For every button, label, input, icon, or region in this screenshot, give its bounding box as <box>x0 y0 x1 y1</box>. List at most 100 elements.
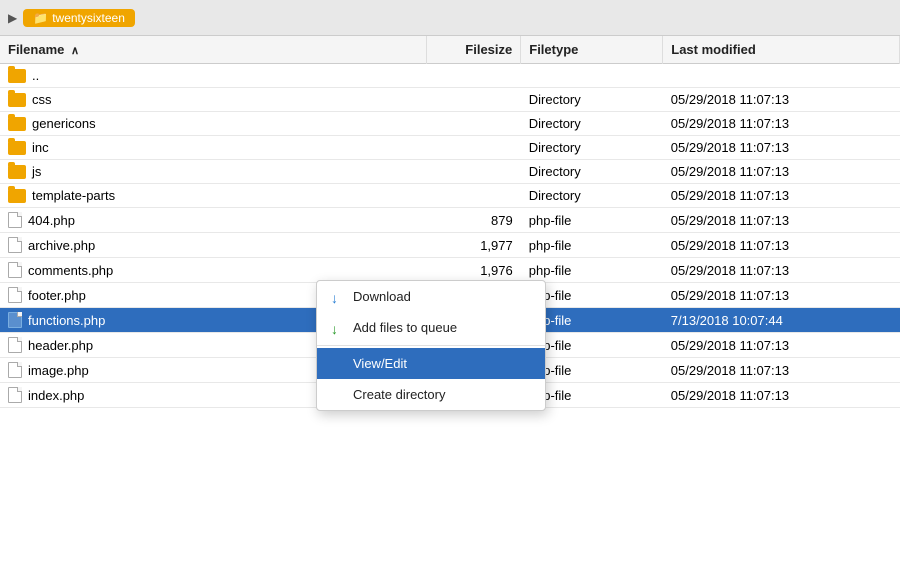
file-icon <box>8 337 22 353</box>
cell-lastmod: 05/29/2018 11:07:13 <box>663 283 900 308</box>
download-icon <box>331 290 345 304</box>
cell-lastmod: 05/29/2018 11:07:13 <box>663 136 900 160</box>
cell-filesize <box>426 64 521 88</box>
table-row[interactable]: inc Directory 05/29/2018 11:07:13 <box>0 136 900 160</box>
context-menu-label: Add files to queue <box>353 320 457 335</box>
context-menu-item-download[interactable]: Download <box>317 281 545 312</box>
cell-lastmod: 05/29/2018 11:07:13 <box>663 208 900 233</box>
context-menu-label: View/Edit <box>353 356 407 371</box>
table-row[interactable]: js Directory 05/29/2018 11:07:13 <box>0 160 900 184</box>
col-filetype[interactable]: Filetype <box>521 36 663 64</box>
context-menu: Download Add files to queue View/Edit Creat… <box>316 280 546 411</box>
filename-label: .. <box>32 68 39 83</box>
filename-label: archive.php <box>28 238 95 253</box>
filename-label: inc <box>32 140 49 155</box>
cell-filetype: Directory <box>521 184 663 208</box>
context-menu-item-add-files-to-queue[interactable]: Add files to queue <box>317 312 545 343</box>
cell-filename: template-parts <box>0 184 426 208</box>
file-icon <box>8 212 22 228</box>
cell-filetype <box>521 64 663 88</box>
cell-lastmod: 05/29/2018 11:07:13 <box>663 233 900 258</box>
cell-filename: css <box>0 88 426 112</box>
cell-filesize <box>426 184 521 208</box>
filename-label: functions.php <box>28 313 105 328</box>
cell-filesize <box>426 88 521 112</box>
folder-icon-small: 📁 <box>33 11 48 25</box>
folder-icon <box>8 189 26 203</box>
context-menu-label: Create directory <box>353 387 445 402</box>
cell-filesize: 1,976 <box>426 258 521 283</box>
cell-lastmod: 05/29/2018 11:07:13 <box>663 358 900 383</box>
folder-icon <box>8 141 26 155</box>
cell-lastmod: 05/29/2018 11:07:13 <box>663 112 900 136</box>
folder-icon <box>8 69 26 83</box>
file-icon <box>8 262 22 278</box>
filename-label: css <box>32 92 52 107</box>
file-icon <box>8 312 22 328</box>
table-row[interactable]: template-parts Directory 05/29/2018 11:0… <box>0 184 900 208</box>
filename-label: index.php <box>28 388 84 403</box>
context-menu-item-create-directory[interactable]: Create directory <box>317 379 545 410</box>
filename-label: js <box>32 164 41 179</box>
filename-label: footer.php <box>28 288 86 303</box>
context-menu-label: Download <box>353 289 411 304</box>
filename-label: genericons <box>32 116 96 131</box>
cell-filetype: Directory <box>521 112 663 136</box>
table-row[interactable]: genericons Directory 05/29/2018 11:07:13 <box>0 112 900 136</box>
cell-filesize <box>426 136 521 160</box>
table-row[interactable]: css Directory 05/29/2018 11:07:13 <box>0 88 900 112</box>
filename-label: template-parts <box>32 188 115 203</box>
cell-lastmod: 7/13/2018 10:07:44 <box>663 308 900 333</box>
filename-label: comments.php <box>28 263 113 278</box>
folder-name: twentysixteen <box>52 11 125 25</box>
folder-icon <box>8 93 26 107</box>
filename-label: 404.php <box>28 213 75 228</box>
folder-badge[interactable]: 📁 twentysixteen <box>23 9 135 27</box>
filename-label: header.php <box>28 338 93 353</box>
file-icon <box>8 287 22 303</box>
table-row[interactable]: 404.php 879 php-file 05/29/2018 11:07:13 <box>0 208 900 233</box>
cell-filetype: Directory <box>521 136 663 160</box>
cell-filesize <box>426 160 521 184</box>
cell-lastmod: 05/29/2018 11:07:13 <box>663 184 900 208</box>
cell-lastmod <box>663 64 900 88</box>
cell-filetype: php-file <box>521 208 663 233</box>
cell-filetype: php-file <box>521 258 663 283</box>
folder-icon <box>8 117 26 131</box>
cell-lastmod: 05/29/2018 11:07:13 <box>663 383 900 408</box>
cell-filename: js <box>0 160 426 184</box>
cell-lastmod: 05/29/2018 11:07:13 <box>663 88 900 112</box>
col-lastmod[interactable]: Last modified <box>663 36 900 64</box>
top-bar: ▶ 📁 twentysixteen <box>0 0 900 36</box>
cell-filename: inc <box>0 136 426 160</box>
cell-lastmod: 05/29/2018 11:07:13 <box>663 333 900 358</box>
tree-arrow-icon: ▶ <box>8 11 17 25</box>
cell-filetype: Directory <box>521 160 663 184</box>
cell-filename: .. <box>0 64 426 88</box>
cell-filename: genericons <box>0 112 426 136</box>
cell-filesize: 1,977 <box>426 233 521 258</box>
cell-filename: comments.php <box>0 258 426 283</box>
cell-filesize <box>426 112 521 136</box>
table-row[interactable]: archive.php 1,977 php-file 05/29/2018 11… <box>0 233 900 258</box>
addqueue-icon <box>331 321 345 335</box>
table-row[interactable]: .. <box>0 64 900 88</box>
file-icon <box>8 387 22 403</box>
context-menu-item-view/edit[interactable]: View/Edit <box>317 348 545 379</box>
file-browser-container: Filename ∧ Filesize Filetype Last modifi… <box>0 36 900 579</box>
table-header-row: Filename ∧ Filesize Filetype Last modifi… <box>0 36 900 64</box>
col-filename[interactable]: Filename ∧ <box>0 36 426 64</box>
file-icon <box>8 362 22 378</box>
table-row[interactable]: comments.php 1,976 php-file 05/29/2018 1… <box>0 258 900 283</box>
sort-arrow-icon: ∧ <box>71 45 79 57</box>
cell-filetype: php-file <box>521 233 663 258</box>
col-filesize[interactable]: Filesize <box>426 36 521 64</box>
cell-filename: 404.php <box>0 208 426 233</box>
folder-icon <box>8 165 26 179</box>
cell-lastmod: 05/29/2018 11:07:13 <box>663 160 900 184</box>
file-icon <box>8 237 22 253</box>
cell-filetype: Directory <box>521 88 663 112</box>
cell-lastmod: 05/29/2018 11:07:13 <box>663 258 900 283</box>
cell-filename: archive.php <box>0 233 426 258</box>
filename-label: image.php <box>28 363 89 378</box>
